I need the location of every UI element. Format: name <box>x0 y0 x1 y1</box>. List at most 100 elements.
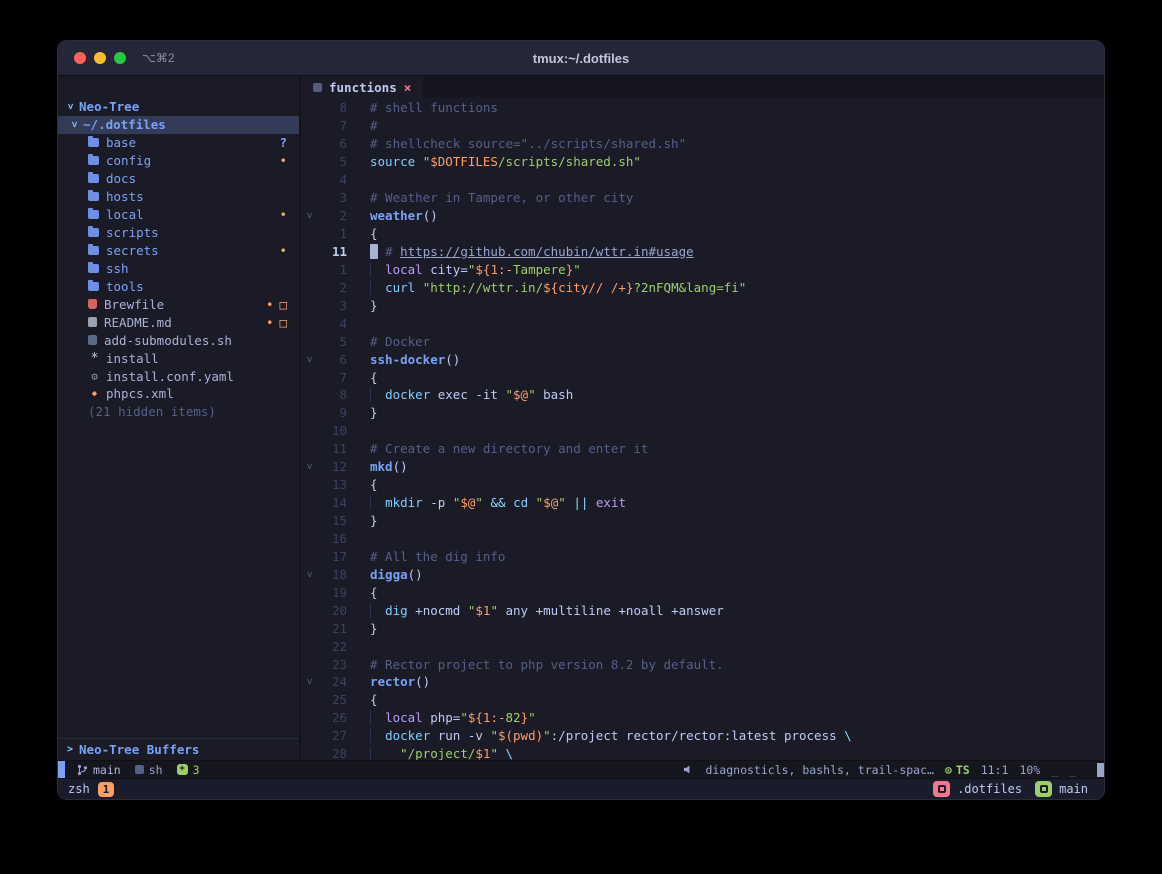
code-line[interactable]: 23# Rector project to php version 8.2 by… <box>301 655 1104 673</box>
fold-chevron-icon[interactable]: > <box>304 464 315 470</box>
tab-functions[interactable]: functions × <box>301 76 423 98</box>
tree-item[interactable]: scripts <box>58 224 299 242</box>
code-token <box>378 746 401 760</box>
close-window-button[interactable] <box>74 52 86 64</box>
code-line[interactable]: 4 <box>301 171 1104 189</box>
code-line[interactable]: >2weather() <box>301 207 1104 225</box>
code-line[interactable]: 27▏ docker run -v "$(pwd)":/project rect… <box>301 727 1104 745</box>
code-line[interactable]: 26▏ local php="${1:-82}" <box>301 709 1104 727</box>
code-token: ssh-docker <box>370 352 445 367</box>
zoom-window-button[interactable] <box>114 52 126 64</box>
tmux-window-index-badge[interactable]: 1 <box>98 782 115 797</box>
code-text: # Create a new directory and enter it <box>370 441 648 456</box>
code-line[interactable]: 25{ <box>301 691 1104 709</box>
buffer-icon <box>313 83 322 92</box>
tmux-session-label[interactable]: main <box>1059 782 1088 796</box>
code-token: ${1:- <box>475 262 513 277</box>
neotree-header[interactable]: > Neo-Tree <box>58 98 299 116</box>
code-token: weather <box>370 208 423 223</box>
code-token <box>498 746 506 760</box>
code-line[interactable]: 19{ <box>301 583 1104 601</box>
code-token: } <box>370 298 378 313</box>
tmux-window-name[interactable]: zsh <box>68 782 90 796</box>
tree-item[interactable]: local• <box>58 206 299 224</box>
code-line[interactable]: 5# Docker <box>301 332 1104 350</box>
tree-root-item[interactable]: > ~/.dotfiles <box>58 116 299 134</box>
gutter: 10 <box>301 423 347 438</box>
code-line[interactable]: 11 # https://github.com/chubin/wttr.in#u… <box>301 243 1104 261</box>
code-line[interactable]: 8# shell functions <box>301 99 1104 117</box>
code-line[interactable]: >24rector() <box>301 673 1104 691</box>
code-line[interactable]: 6# shellcheck source="../scripts/shared.… <box>301 135 1104 153</box>
code-line[interactable]: 8▏ docker exec -it "$@" bash <box>301 386 1104 404</box>
titlebar[interactable]: ⌥⌘2 tmux:~/.dotfiles <box>58 41 1104 76</box>
code-line[interactable]: 2▏ curl "http://wttr.in/${city// /+}?2nF… <box>301 278 1104 296</box>
tree-item[interactable]: ◆phpcs.xml <box>58 385 299 403</box>
line-number: 1 <box>317 226 347 241</box>
code-line[interactable]: 9} <box>301 404 1104 422</box>
code-line[interactable]: >12mkd() <box>301 458 1104 476</box>
code-line[interactable]: >6ssh-docker() <box>301 350 1104 368</box>
code-line[interactable]: 16 <box>301 530 1104 548</box>
code-line[interactable]: 21} <box>301 619 1104 637</box>
code-line[interactable]: 10 <box>301 422 1104 440</box>
tmux-session-badge[interactable] <box>1035 781 1052 797</box>
code-line[interactable]: 13{ <box>301 476 1104 494</box>
code-line[interactable]: 1{ <box>301 225 1104 243</box>
gutter: 25 <box>301 692 347 707</box>
code-line[interactable]: 7{ <box>301 368 1104 386</box>
code-token: } <box>370 513 378 528</box>
code-line[interactable]: 22 <box>301 637 1104 655</box>
code-token <box>588 495 596 510</box>
tree-item[interactable]: config• <box>58 152 299 170</box>
fold-chevron-icon[interactable]: > <box>304 679 315 685</box>
filetype-icon <box>135 765 144 774</box>
line-number: 27 <box>317 728 347 743</box>
gutter: >24 <box>301 674 347 689</box>
minimize-window-button[interactable] <box>94 52 106 64</box>
code-token: \ <box>844 728 852 743</box>
tree-item[interactable]: README.md•□ <box>58 313 299 331</box>
tree-item-label: config <box>106 153 151 168</box>
code-line[interactable]: 7# <box>301 117 1104 135</box>
code-line[interactable]: 20▏ dig +nocmd "$1" any +multiline +noal… <box>301 601 1104 619</box>
tree-item[interactable]: docs <box>58 170 299 188</box>
gutter: 8 <box>301 387 347 402</box>
code-line[interactable]: 3# Weather in Tampere, or other city <box>301 189 1104 207</box>
code-line[interactable]: 11# Create a new directory and enter it <box>301 440 1104 458</box>
code-text: # <box>370 118 378 133</box>
close-tab-icon[interactable]: × <box>404 80 412 95</box>
tree-item[interactable]: base? <box>58 134 299 152</box>
git-status-badge: □ <box>279 315 287 330</box>
tree-item[interactable]: secrets• <box>58 242 299 260</box>
xml-icon: ◆ <box>88 389 101 399</box>
code-token: $@ <box>460 495 475 510</box>
code-token: local <box>385 710 423 725</box>
fold-chevron-icon[interactable]: > <box>304 213 315 219</box>
code-line[interactable]: 3} <box>301 296 1104 314</box>
code-line[interactable]: 14▏ mkdir -p "$@" && cd "$@" || exit <box>301 494 1104 512</box>
code-line[interactable]: 1▏ local city="${1:-Tampere}" <box>301 260 1104 278</box>
folder-icon <box>88 264 99 273</box>
code-line[interactable]: 4 <box>301 314 1104 332</box>
tree-item[interactable]: ssh <box>58 259 299 277</box>
line-number: 24 <box>317 674 347 689</box>
code-line[interactable]: 17# All the dig info <box>301 547 1104 565</box>
gutter: 22 <box>301 639 347 654</box>
code-line[interactable]: 5source "$DOTFILES/scripts/shared.sh" <box>301 153 1104 171</box>
tree-item[interactable]: Brewfile•□ <box>58 295 299 313</box>
tree-item[interactable]: *install <box>58 349 299 367</box>
line-number: 7 <box>317 370 347 385</box>
code-line[interactable]: 28▏ "/project/$1" \ <box>301 745 1104 760</box>
tree-item[interactable]: tools <box>58 277 299 295</box>
tree-item[interactable]: ⚙install.conf.yaml <box>58 367 299 385</box>
code-token <box>378 280 386 295</box>
tree-item[interactable]: hosts <box>58 188 299 206</box>
neotree-buffers-header[interactable]: > Neo-Tree Buffers <box>58 738 299 760</box>
fold-chevron-icon[interactable]: > <box>304 356 315 362</box>
code-line[interactable]: >18digga() <box>301 565 1104 583</box>
fold-chevron-icon[interactable]: > <box>304 571 315 577</box>
line-number: 3 <box>317 190 347 205</box>
code-line[interactable]: 15} <box>301 512 1104 530</box>
tree-item[interactable]: add-submodules.sh <box>58 331 299 349</box>
